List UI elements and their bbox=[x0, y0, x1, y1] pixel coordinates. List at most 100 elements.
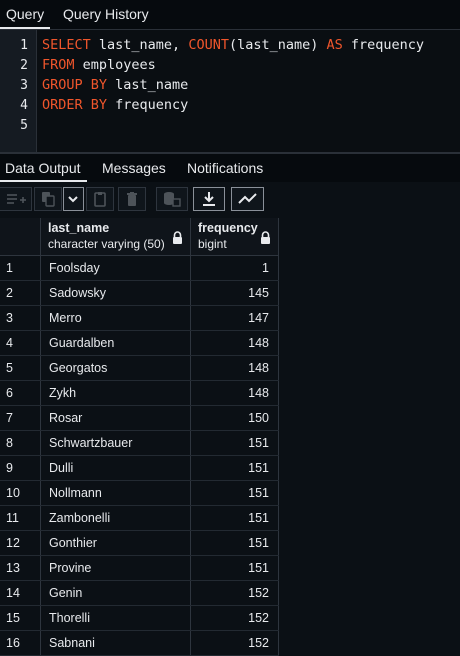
table-row[interactable]: 2 Sadowsky 145 bbox=[0, 281, 279, 306]
sql-editor[interactable]: 1 2 3 4 5 SELECT last_name, COUNT(last_n… bbox=[0, 30, 460, 152]
sql-text: employees bbox=[74, 57, 156, 73]
cell-last-name[interactable]: Zambonelli bbox=[41, 506, 191, 530]
copy-options-dropdown[interactable] bbox=[63, 187, 84, 211]
row-number[interactable]: 13 bbox=[0, 556, 41, 580]
table-row[interactable]: 6 Zykh 148 bbox=[0, 381, 279, 406]
cell-frequency[interactable]: 152 bbox=[191, 631, 279, 655]
table-row[interactable]: 5 Georgatos 148 bbox=[0, 356, 279, 381]
cell-last-name[interactable]: Zykh bbox=[41, 381, 191, 405]
tab-query-history[interactable]: Query History bbox=[63, 0, 149, 29]
table-row[interactable]: 3 Merro 147 bbox=[0, 306, 279, 331]
code-line-2[interactable]: FROM employees bbox=[42, 57, 156, 73]
table-row[interactable]: 16 Sabnani 152 bbox=[0, 631, 279, 656]
sql-keyword: FROM bbox=[42, 57, 75, 73]
row-number[interactable]: 5 bbox=[0, 356, 41, 380]
column-type: bigint bbox=[198, 237, 227, 251]
table-row[interactable]: 13 Provine 151 bbox=[0, 556, 279, 581]
table-row[interactable]: 14 Genin 152 bbox=[0, 581, 279, 606]
table-row[interactable]: 4 Guardalben 148 bbox=[0, 331, 279, 356]
add-row-button[interactable] bbox=[0, 187, 32, 211]
cell-last-name[interactable]: Genin bbox=[41, 581, 191, 605]
tab-query[interactable]: Query bbox=[0, 0, 51, 29]
column-name: frequency bbox=[198, 221, 258, 235]
cell-frequency[interactable]: 148 bbox=[191, 356, 279, 380]
copy-button[interactable] bbox=[34, 187, 62, 211]
cell-frequency[interactable]: 151 bbox=[191, 456, 279, 480]
table-row[interactable]: 10 Nollmann 151 bbox=[0, 481, 279, 506]
table-row[interactable]: 11 Zambonelli 151 bbox=[0, 506, 279, 531]
cell-last-name[interactable]: Georgatos bbox=[41, 356, 191, 380]
cell-last-name[interactable]: Foolsday bbox=[41, 256, 191, 280]
row-number[interactable]: 1 bbox=[0, 256, 41, 280]
cell-frequency[interactable]: 145 bbox=[191, 281, 279, 305]
lock-icon bbox=[172, 231, 183, 247]
cell-frequency[interactable]: 152 bbox=[191, 581, 279, 605]
tab-notifications[interactable]: Notifications bbox=[187, 154, 263, 182]
row-number[interactable]: 3 bbox=[0, 306, 41, 330]
cell-frequency[interactable]: 151 bbox=[191, 431, 279, 455]
cell-frequency[interactable]: 151 bbox=[191, 506, 279, 530]
line-number: 5 bbox=[20, 118, 28, 133]
delete-button[interactable] bbox=[118, 187, 146, 211]
row-number[interactable]: 12 bbox=[0, 531, 41, 555]
cell-last-name[interactable]: Provine bbox=[41, 556, 191, 580]
code-line-1[interactable]: SELECT last_name, COUNT(last_name) AS fr… bbox=[42, 37, 424, 53]
line-number: 3 bbox=[20, 78, 28, 93]
cell-frequency[interactable]: 1 bbox=[191, 256, 279, 280]
cell-last-name[interactable]: Gonthier bbox=[41, 531, 191, 555]
cell-frequency[interactable]: 151 bbox=[191, 531, 279, 555]
sql-keyword: GROUP BY bbox=[42, 77, 108, 93]
table-row[interactable]: 12 Gonthier 151 bbox=[0, 531, 279, 556]
table-row[interactable]: 8 Schwartzbauer 151 bbox=[0, 431, 279, 456]
column-name: last_name bbox=[48, 221, 110, 235]
row-number[interactable]: 8 bbox=[0, 431, 41, 455]
cell-frequency[interactable]: 152 bbox=[191, 606, 279, 630]
cell-last-name[interactable]: Sabnani bbox=[41, 631, 191, 655]
cell-last-name[interactable]: Dulli bbox=[41, 456, 191, 480]
output-tabs-bar: Data Output Messages Notifications bbox=[0, 154, 460, 182]
cell-last-name[interactable]: Merro bbox=[41, 306, 191, 330]
cell-frequency[interactable]: 147 bbox=[191, 306, 279, 330]
cell-frequency[interactable]: 151 bbox=[191, 481, 279, 505]
cell-last-name[interactable]: Sadowsky bbox=[41, 281, 191, 305]
cell-frequency[interactable]: 150 bbox=[191, 406, 279, 430]
table-row[interactable]: 7 Rosar 150 bbox=[0, 406, 279, 431]
row-number[interactable]: 15 bbox=[0, 606, 41, 630]
table-row[interactable]: 9 Dulli 151 bbox=[0, 456, 279, 481]
row-number[interactable]: 7 bbox=[0, 406, 41, 430]
row-number[interactable]: 9 bbox=[0, 456, 41, 480]
table-row[interactable]: 15 Thorelli 152 bbox=[0, 606, 279, 631]
cell-last-name[interactable]: Thorelli bbox=[41, 606, 191, 630]
column-header-frequency[interactable]: frequency bigint bbox=[191, 218, 279, 256]
cell-last-name[interactable]: Guardalben bbox=[41, 331, 191, 355]
row-number[interactable]: 14 bbox=[0, 581, 41, 605]
sql-text: last_name, bbox=[90, 37, 189, 53]
save-data-button[interactable] bbox=[156, 187, 188, 211]
code-line-3[interactable]: GROUP BY last_name bbox=[42, 77, 188, 93]
tab-messages[interactable]: Messages bbox=[102, 154, 166, 182]
table-row[interactable]: 1 Foolsday 1 bbox=[0, 256, 279, 281]
paste-button[interactable] bbox=[86, 187, 114, 211]
column-header-last-name[interactable]: last_name character varying (50) bbox=[41, 218, 191, 256]
cell-frequency[interactable]: 148 bbox=[191, 381, 279, 405]
graph-visualiser-button[interactable] bbox=[231, 187, 264, 211]
download-button[interactable] bbox=[193, 187, 225, 211]
tab-data-output[interactable]: Data Output bbox=[0, 154, 87, 182]
code-line-4[interactable]: ORDER BY frequency bbox=[42, 97, 188, 113]
cell-frequency[interactable]: 148 bbox=[191, 331, 279, 355]
row-number-header[interactable] bbox=[0, 218, 41, 256]
row-number[interactable]: 10 bbox=[0, 481, 41, 505]
row-number[interactable]: 6 bbox=[0, 381, 41, 405]
sql-keyword: ORDER BY bbox=[42, 97, 108, 113]
row-number[interactable]: 4 bbox=[0, 331, 41, 355]
cell-last-name[interactable]: Nollmann bbox=[41, 481, 191, 505]
sql-text: frequency bbox=[342, 37, 425, 53]
sql-keyword: COUNT bbox=[188, 37, 229, 53]
row-number[interactable]: 2 bbox=[0, 281, 41, 305]
row-number[interactable]: 16 bbox=[0, 631, 41, 655]
cell-last-name[interactable]: Schwartzbauer bbox=[41, 431, 191, 455]
cell-frequency[interactable]: 151 bbox=[191, 556, 279, 580]
row-number[interactable]: 11 bbox=[0, 506, 41, 530]
column-type: character varying (50) bbox=[48, 237, 165, 251]
cell-last-name[interactable]: Rosar bbox=[41, 406, 191, 430]
